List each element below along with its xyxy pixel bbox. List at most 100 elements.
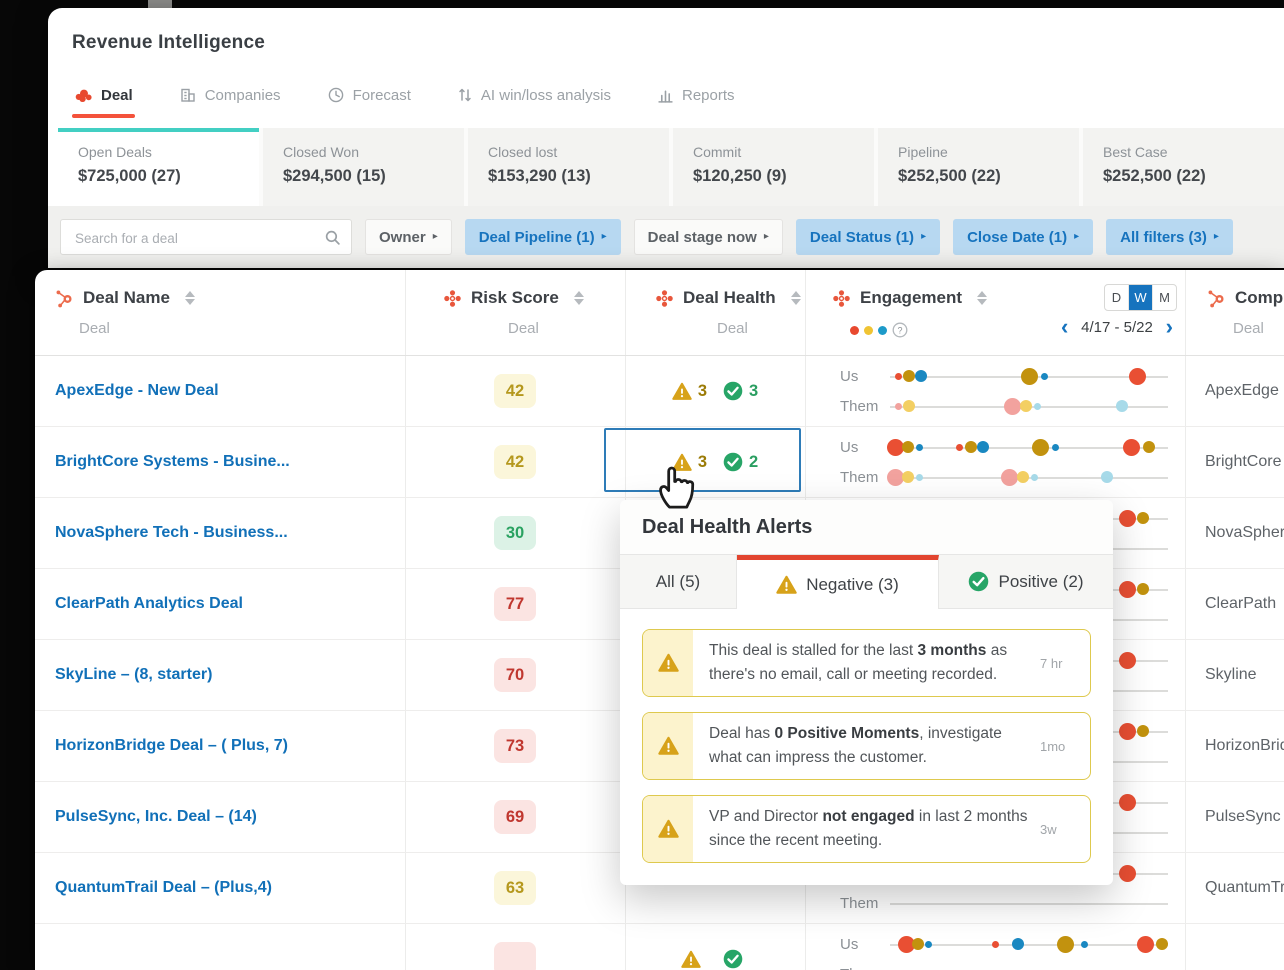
engagement-dot — [895, 403, 902, 410]
gong-icon — [443, 289, 462, 308]
nav-tab-reports[interactable]: Reports — [657, 87, 735, 104]
summary-card-label: Pipeline — [898, 144, 1059, 160]
nav-tab-label: Companies — [205, 87, 281, 104]
deal-name-link[interactable]: HorizonBridge Deal – ( Plus, 7) — [55, 711, 288, 781]
caret-icon: ▸ — [921, 232, 926, 242]
sort-icon[interactable] — [574, 291, 584, 305]
popup-tab-label: Negative (3) — [806, 575, 899, 595]
engagement-dot — [1032, 439, 1049, 456]
engagement-them-row: Them — [840, 961, 1185, 970]
engagement-dot — [1137, 512, 1149, 524]
engagement-them-row: Them — [840, 464, 1185, 490]
summary-card-pipeline[interactable]: Pipeline$252,500 (22) — [878, 128, 1079, 206]
filter-deal-status-1[interactable]: Deal Status (1)▸ — [796, 219, 940, 255]
caret-icon: ▸ — [602, 232, 607, 242]
period-m[interactable]: M — [1153, 285, 1176, 310]
engagement-dot — [1119, 865, 1136, 882]
engagement-them-label: Them — [840, 398, 890, 415]
engagement-track — [890, 434, 1168, 460]
caret-icon: ▸ — [1214, 232, 1219, 242]
legend-dot — [850, 326, 859, 335]
deal-name-link[interactable]: QuantumTrail Deal – (Plus,4) — [55, 853, 272, 923]
help-icon: ? — [892, 322, 908, 338]
deal-name-link[interactable]: BrightCore Systems - Busine... — [55, 427, 290, 497]
alert-message: This deal is stalled for the last 3 mont… — [709, 639, 1034, 687]
deal-search[interactable] — [60, 219, 352, 255]
negative-alerts: 3 — [672, 382, 707, 401]
positive-alerts — [723, 949, 749, 969]
engagement-them-label: Them — [840, 966, 890, 970]
engagement-us-label: Us — [840, 936, 890, 953]
risk-score-badge: 42 — [494, 445, 536, 479]
deal-health-cell[interactable]: 33 — [625, 356, 805, 426]
deal-name-link[interactable]: ClearPath Analytics Deal — [55, 569, 243, 639]
company-name: ApexEdge — [1205, 356, 1279, 426]
sort-icon[interactable] — [791, 291, 801, 305]
filter-deal-pipeline-1[interactable]: Deal Pipeline (1)▸ — [465, 219, 621, 255]
nav-tab-ai-win-loss-analysis[interactable]: AI win/loss analysis — [457, 87, 611, 104]
engagement-dot — [1012, 938, 1024, 950]
alert-message: Deal has 0 Positive Moments, investigate… — [709, 722, 1034, 770]
svg-text:?: ? — [897, 325, 902, 335]
deal-name-link[interactable]: PulseSync, Inc. Deal – (14) — [55, 782, 257, 852]
forecast-icon — [327, 86, 345, 104]
engagement-track — [890, 363, 1168, 389]
engagement-dot — [1137, 583, 1149, 595]
gong-icon — [832, 289, 851, 308]
filter-buttons: Owner▸ Deal Pipeline (1)▸ Deal stage now▸ D… — [365, 219, 1233, 255]
company-name: ClearPath — [1205, 569, 1276, 639]
period-d[interactable]: D — [1105, 285, 1129, 310]
popup-tab-negative-3[interactable]: Negative (3) — [737, 555, 939, 609]
company-name: QuantumTrail — [1205, 853, 1284, 923]
chevron-left-icon[interactable]: ‹ — [1061, 316, 1068, 338]
filter-owner[interactable]: Owner▸ — [365, 219, 452, 255]
nav-tab-forecast[interactable]: Forecast — [327, 86, 411, 104]
engagement-track — [890, 393, 1168, 419]
nav-tab-companies[interactable]: Companies — [179, 86, 281, 104]
summary-card-label: Closed Won — [283, 144, 444, 160]
column-title: Comp — [1235, 288, 1283, 308]
risk-score-badge: 42 — [494, 374, 536, 408]
filter-deal-stage-now[interactable]: Deal stage now▸ — [634, 219, 783, 255]
popup-tab-positive-2[interactable]: Positive (2) — [939, 555, 1113, 609]
engagement-them-label: Them — [840, 469, 890, 486]
summary-card-closed-won[interactable]: Closed Won$294,500 (15) — [263, 128, 464, 206]
engagement-dot — [916, 474, 923, 481]
check-icon — [723, 949, 743, 969]
summary-card-commit[interactable]: Commit$120,250 (9) — [673, 128, 874, 206]
sort-icon[interactable] — [977, 291, 987, 305]
check-icon — [968, 571, 989, 592]
summary-card-open-deals[interactable]: Open Deals$725,000 (27) — [58, 128, 259, 206]
alert-card[interactable]: Deal has 0 Positive Moments, investigate… — [642, 712, 1091, 780]
filter-all-filters-3[interactable]: All filters (3)▸ — [1106, 219, 1233, 255]
popup-tab-all-5[interactable]: All (5) — [620, 555, 737, 609]
filter-close-date-1[interactable]: Close Date (1)▸ — [953, 219, 1093, 255]
alert-stripe — [643, 630, 693, 696]
summary-card-label: Commit — [693, 144, 854, 160]
chevron-right-icon[interactable]: › — [1166, 316, 1173, 338]
engagement-cell[interactable]: Us Them — [840, 924, 1185, 970]
engagement-cell[interactable]: UsThem — [840, 356, 1185, 426]
search-input[interactable] — [73, 221, 327, 255]
engagement-dot — [992, 941, 999, 948]
summary-card-best-case[interactable]: Best Case$252,500 (22) — [1083, 128, 1284, 206]
engagement-dot — [912, 938, 924, 950]
engagement-dot — [1057, 936, 1074, 953]
deal-health-cell[interactable] — [625, 924, 805, 970]
deal-name-link[interactable]: SkyLine – (8, starter) — [55, 640, 212, 710]
popup-tab-label: Positive (2) — [998, 572, 1083, 592]
period-w[interactable]: W — [1129, 285, 1153, 310]
deal-name-link[interactable]: NovaSphere Tech - Business... — [55, 498, 288, 568]
gong-icon — [655, 289, 674, 308]
sort-icon[interactable] — [185, 291, 195, 305]
deal-name-link[interactable]: ApexEdge - New Deal — [55, 356, 219, 426]
nav-tab-deal[interactable]: Deal — [74, 87, 133, 104]
engagement-us-row: Us — [840, 434, 1185, 460]
summary-card-closed-lost[interactable]: Closed lost$153,290 (13) — [468, 128, 669, 206]
alert-card[interactable]: VP and Director not engaged in last 2 mo… — [642, 795, 1091, 863]
engagement-dot — [1119, 652, 1136, 669]
engagement-dot — [903, 370, 915, 382]
alert-card[interactable]: This deal is stalled for the last 3 mont… — [642, 629, 1091, 697]
alert-stripe — [643, 713, 693, 779]
engagement-cell[interactable]: Us Them — [840, 427, 1185, 497]
